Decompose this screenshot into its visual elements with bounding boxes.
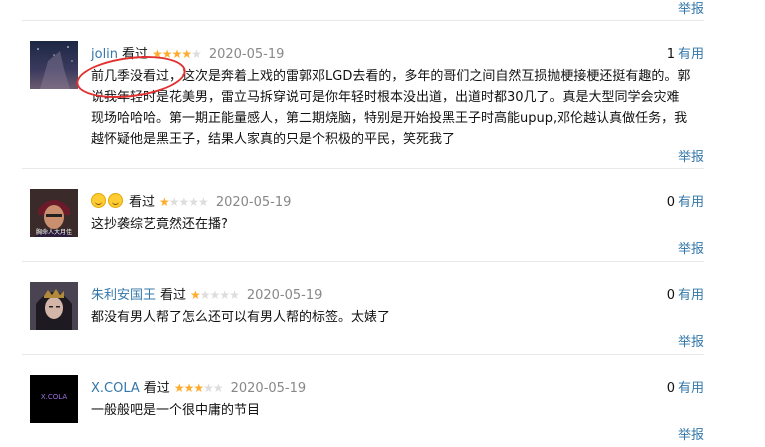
avatar[interactable] [30,41,78,89]
comment-text: 一般般吧是一个很中庸的节目 [91,403,261,418]
comment-text: 前几季没看过，这次是奔着上戏的雷郭邓LGD去看的，多年的哥们之间自然互损抛梗接梗… [91,69,691,147]
comment-meta: 看过 ★★★★★ 2020-05-19 [91,191,291,210]
watched-tag: 看过 [143,381,170,396]
grin-emoji-icon [91,193,106,208]
useful-vote: 0 有用 [667,284,704,303]
comment-text: 这抄袭综艺竟然还在播? [91,217,228,232]
comment-meta: jolin 看过 ★★★★★ 2020-05-19 [91,43,284,62]
divider [22,261,704,262]
avatar[interactable]: 胸命人大月佳 [30,189,78,237]
comment-date: 2020-05-19 [230,381,307,396]
report-link[interactable]: 举报 [678,238,704,257]
divider [22,168,704,169]
useful-count: 1 [666,47,675,62]
avatar-caption: X.COLA [40,393,68,401]
comment-date: 2020-05-19 [208,47,285,62]
comment-text: 都没有男人帮了怎么还可以有男人帮的标签。太婊了 [91,310,391,325]
useful-count: 0 [666,195,675,210]
useful-button[interactable]: 有用 [678,195,704,210]
username[interactable]: jolin [91,47,118,62]
username-emoji[interactable] [91,193,125,210]
comment-date: 2020-05-19 [246,288,323,303]
report-link[interactable]: 举报 [678,0,704,17]
useful-vote: 0 有用 [667,191,704,210]
avatar[interactable]: X.COLA [30,375,78,423]
useful-vote: 0 有用 [667,377,704,396]
report-link[interactable]: 举报 [678,331,704,350]
comment-date: 2020-05-19 [215,195,292,210]
useful-button[interactable]: 有用 [678,288,704,303]
useful-button[interactable]: 有用 [678,381,704,396]
avatar[interactable] [30,282,78,330]
divider [22,354,704,355]
useful-vote: 1 有用 [667,43,704,62]
watched-tag: 看过 [160,288,187,303]
useful-count: 0 [666,381,675,396]
username[interactable]: 朱利安国王 [91,288,156,303]
divider [22,20,704,21]
comment-meta: X.COLA 看过 ★★★★★ 2020-05-19 [91,377,306,396]
rating-stars: ★★★★★ [159,195,209,209]
rating-stars: ★★★★★ [173,381,224,395]
rating-stars: ★★★★★ [152,47,202,61]
comment-meta: 朱利安国王 看过 ★★★★★ 2020-05-19 [91,284,322,303]
useful-count: 0 [666,288,675,303]
report-link[interactable]: 举报 [678,146,704,165]
watched-tag: 看过 [129,195,156,210]
report-link[interactable]: 举报 [678,424,704,443]
rating-stars: ★★★★★ [190,288,240,302]
grin-emoji-icon [108,193,123,208]
watched-tag: 看过 [122,47,149,62]
username[interactable]: X.COLA [91,381,140,396]
useful-button[interactable]: 有用 [678,47,704,62]
avatar-caption: 胸命人大月佳 [35,229,72,236]
